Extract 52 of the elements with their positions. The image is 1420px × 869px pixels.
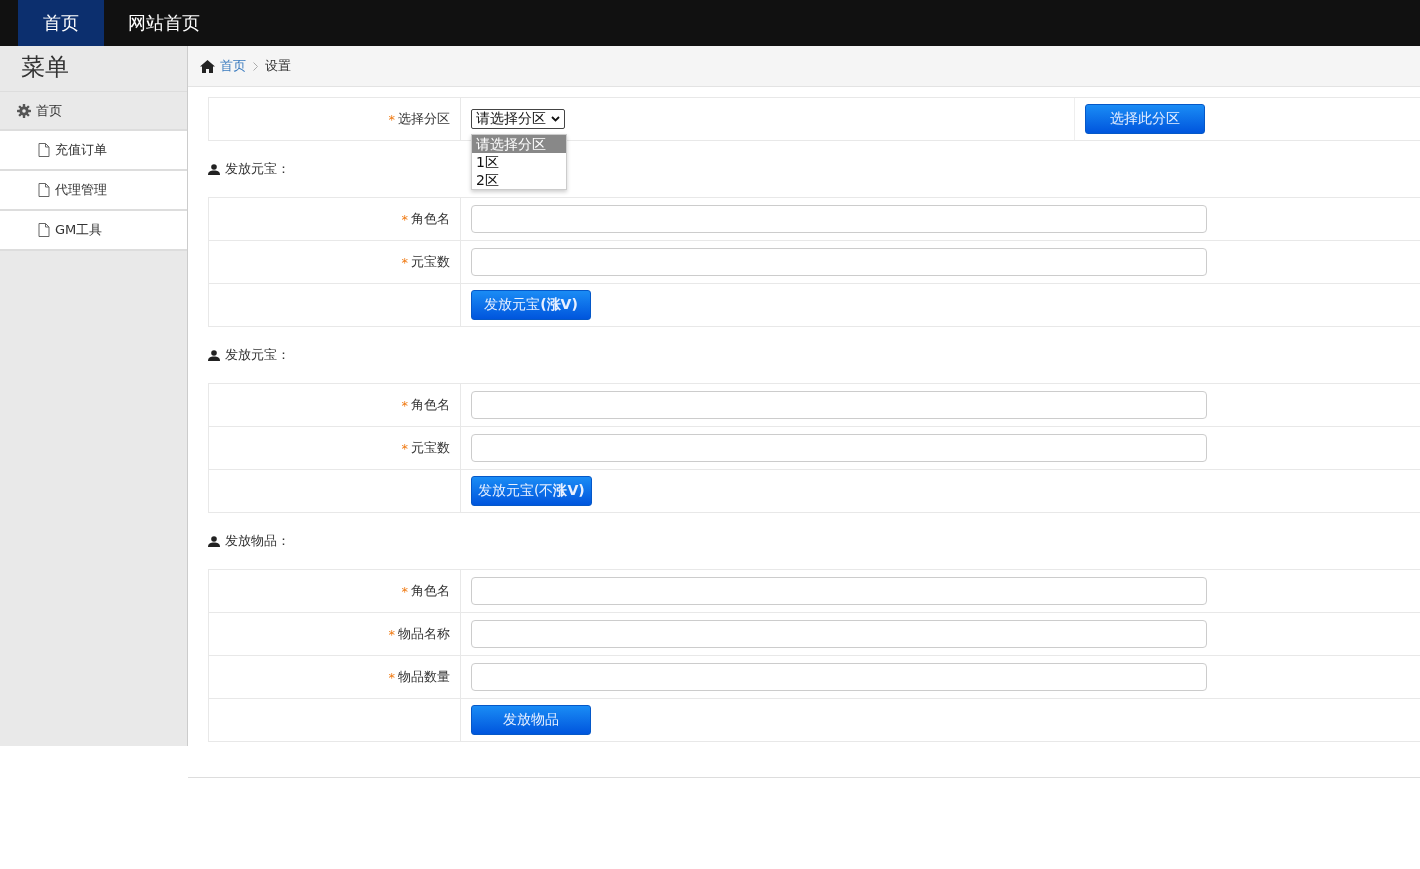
required-asterisk: * [401, 254, 408, 270]
required-asterisk: * [401, 583, 408, 599]
input-field[interactable] [471, 205, 1207, 233]
breadcrumb-link[interactable]: 首页 [220, 57, 246, 75]
field-label: 选择分区 [398, 110, 450, 128]
required-asterisk: * [401, 440, 408, 456]
chevron-icon [253, 61, 258, 71]
required-asterisk: * [388, 626, 395, 642]
submit-button[interactable]: 发放元宝(不涨V) [471, 476, 592, 506]
dropdown-option[interactable]: 请选择分区 [472, 135, 566, 153]
submit-button[interactable]: 发放元宝(涨V) [471, 290, 591, 320]
section-title: 发放物品： [225, 532, 290, 550]
select-zone-button[interactable]: 选择此分区 [1085, 104, 1205, 134]
user-icon [208, 535, 220, 547]
menu-item[interactable]: 代理管理 [0, 171, 187, 211]
section-title: 发放元宝： [225, 160, 290, 178]
file-icon [38, 143, 50, 157]
required-asterisk: * [388, 669, 395, 685]
field-label: 元宝数 [411, 439, 450, 457]
nav-tab[interactable]: 网站首页 [104, 0, 224, 46]
zone-select[interactable]: 请选择分区 [471, 109, 565, 129]
required-asterisk: * [388, 111, 395, 127]
breadcrumb-current: 设置 [265, 57, 291, 75]
field-label: 元宝数 [411, 253, 450, 271]
field-label: 物品名称 [398, 625, 450, 643]
dropdown-option[interactable]: 1区 [472, 153, 566, 171]
menu-item[interactable]: 充值订单 [0, 131, 187, 171]
required-asterisk: * [401, 397, 408, 413]
field-label: 角色名 [411, 210, 450, 228]
input-field[interactable] [471, 434, 1207, 462]
file-icon [38, 223, 50, 237]
input-field[interactable] [471, 391, 1207, 419]
input-field[interactable] [471, 620, 1207, 648]
user-icon [208, 349, 220, 361]
submit-button[interactable]: 发放物品 [471, 705, 591, 735]
field-label: 物品数量 [398, 668, 450, 686]
dropdown-option[interactable]: 2区 [472, 171, 566, 189]
input-field[interactable] [471, 248, 1207, 276]
file-icon [38, 183, 50, 197]
section-title: 发放元宝： [225, 346, 290, 364]
home-icon [200, 59, 215, 73]
required-asterisk: * [401, 211, 408, 227]
gear-icon [17, 103, 31, 118]
menu-title: 菜单 [0, 46, 187, 92]
caret-icon [551, 116, 560, 122]
field-label: 角色名 [411, 582, 450, 600]
input-field[interactable] [471, 663, 1207, 691]
field-label: 角色名 [411, 396, 450, 414]
nav-tab[interactable]: 首页 [18, 0, 104, 46]
menu-item[interactable]: GM工具 [0, 211, 187, 251]
input-field[interactable] [471, 577, 1207, 605]
user-icon [208, 163, 220, 175]
